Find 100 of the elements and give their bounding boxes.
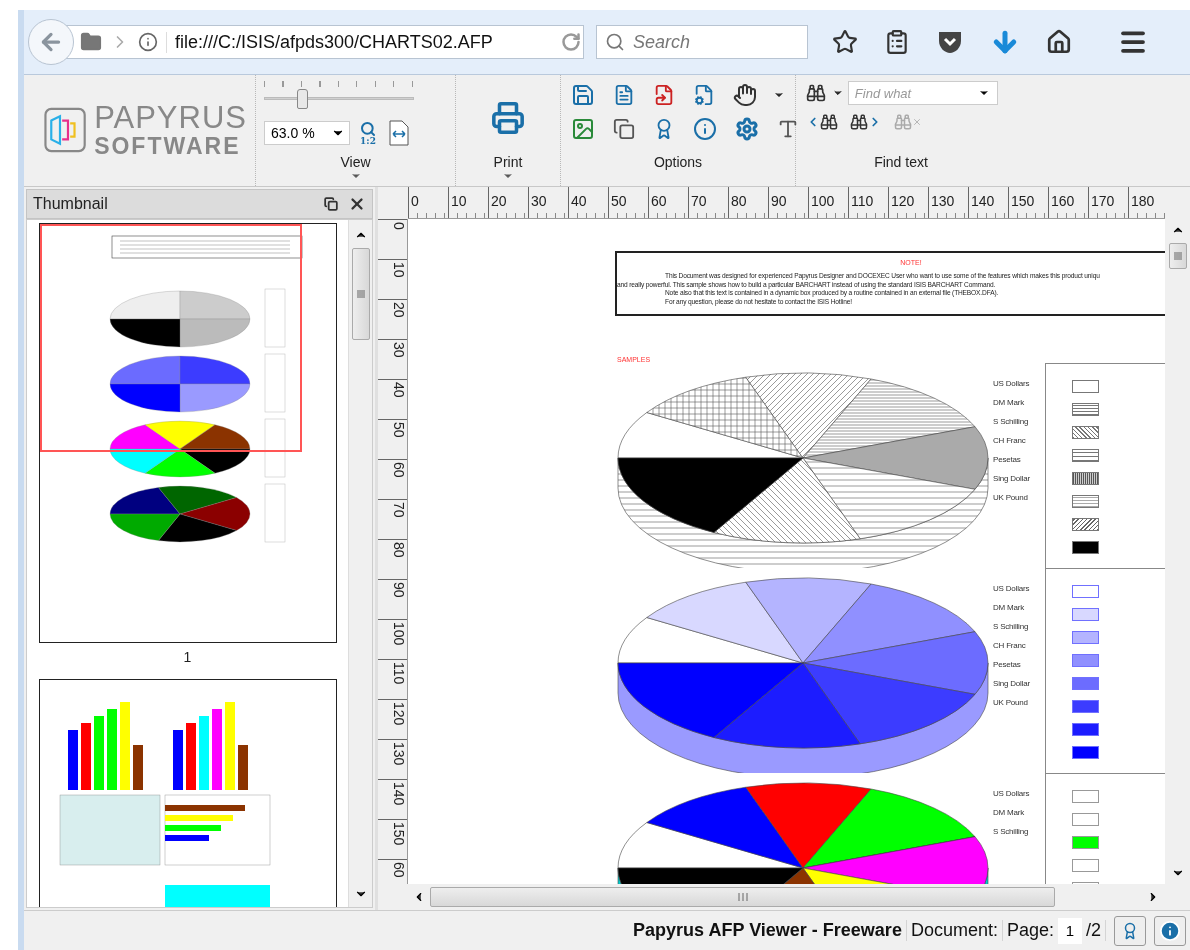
settings-icon[interactable] bbox=[733, 115, 761, 143]
actual-size-button[interactable]: 1:2 bbox=[360, 120, 376, 146]
ruler-label: 120 bbox=[888, 187, 928, 218]
legend-swatch bbox=[1072, 449, 1099, 462]
ruler-label: 60 bbox=[378, 459, 407, 499]
legend-swatch bbox=[1072, 608, 1099, 621]
legend-label: DM Mark bbox=[993, 808, 1026, 817]
ruler-label: 50 bbox=[608, 187, 648, 218]
ruler-label: 10 bbox=[378, 259, 407, 299]
page-thumbnail[interactable] bbox=[38, 223, 337, 643]
ruler-label: 110 bbox=[848, 187, 888, 218]
legend-swatch bbox=[1072, 723, 1099, 736]
legend-label: US Dollars bbox=[993, 789, 1031, 798]
ruler-label: 40 bbox=[568, 187, 608, 218]
legend-label: UK Pound bbox=[993, 698, 1029, 707]
legend-swatch bbox=[1072, 654, 1099, 667]
slider-thumb[interactable] bbox=[296, 89, 308, 109]
ruler-label: 140 bbox=[378, 779, 407, 819]
mini-legend bbox=[264, 418, 285, 478]
legend-swatch bbox=[1072, 403, 1099, 416]
group-label: Options bbox=[653, 154, 703, 170]
mini-legend bbox=[264, 288, 285, 348]
ruler-label: 160 bbox=[1048, 187, 1088, 218]
ruler-label: 80 bbox=[728, 187, 768, 218]
ruler-label: 10 bbox=[448, 187, 488, 218]
group-label: Find text bbox=[874, 154, 928, 170]
restore-icon[interactable] bbox=[322, 195, 340, 213]
ruler-label: 20 bbox=[488, 187, 528, 218]
ruler-label: 70 bbox=[378, 499, 407, 539]
back-button[interactable] bbox=[28, 19, 74, 65]
legend-label: US Dollars bbox=[993, 379, 1031, 388]
ruler-label: 90 bbox=[378, 579, 407, 619]
ruler-label: 30 bbox=[378, 339, 407, 379]
legend-label: CH Franc bbox=[993, 436, 1027, 445]
group-label: View bbox=[340, 154, 371, 170]
zoom-dropdown[interactable]: 63.0 % bbox=[264, 121, 350, 145]
document-label: Document: bbox=[906, 920, 1003, 941]
search-icon bbox=[605, 32, 625, 52]
ruler-label: 50 bbox=[378, 419, 407, 459]
ruler-label: 150 bbox=[1008, 187, 1048, 218]
find-box[interactable]: Find what bbox=[847, 81, 998, 105]
ruler-label: 20 bbox=[378, 299, 407, 339]
ruler-label: 110 bbox=[378, 659, 407, 699]
legend-label: Sing Dollar bbox=[993, 679, 1031, 688]
legend-swatch bbox=[1072, 746, 1099, 759]
legend-swatch bbox=[1072, 677, 1099, 690]
group-label: Print bbox=[493, 154, 523, 170]
legend-swatch bbox=[1072, 836, 1099, 849]
legend-swatch bbox=[1072, 426, 1099, 439]
ruler-label: 60 bbox=[648, 187, 688, 218]
ruler-label: 150 bbox=[378, 819, 407, 859]
mini-legend bbox=[264, 353, 285, 413]
search-bar[interactable]: Search bbox=[596, 25, 808, 59]
reload-button[interactable] bbox=[559, 30, 583, 54]
ruler-label: 90 bbox=[768, 187, 808, 218]
ruler-label: 40 bbox=[378, 379, 407, 419]
legend-swatch bbox=[1072, 495, 1099, 508]
ruler-label: 130 bbox=[928, 187, 968, 218]
legend-label: UK Pound bbox=[993, 493, 1029, 502]
reload-icon bbox=[561, 32, 581, 52]
legend-label: S Schilling bbox=[993, 827, 1030, 836]
legend-swatch bbox=[1072, 585, 1099, 598]
page-total: /2 bbox=[1082, 920, 1106, 941]
logo-text: SOFTWARE bbox=[94, 134, 242, 158]
about-button[interactable] bbox=[1114, 915, 1146, 946]
page-number: 1 bbox=[183, 649, 192, 665]
fit-width-icon[interactable] bbox=[386, 117, 412, 149]
info-button[interactable] bbox=[1154, 915, 1186, 946]
info-icon bbox=[1159, 919, 1181, 942]
ruler-label: 120 bbox=[378, 699, 407, 739]
info-icon[interactable] bbox=[138, 32, 158, 52]
search-input[interactable]: Search bbox=[631, 30, 781, 54]
legend-label: Pesetas bbox=[993, 455, 1022, 464]
legend-swatch bbox=[1072, 518, 1099, 531]
ruler-label: 100 bbox=[378, 619, 407, 659]
ruler-label: 130 bbox=[378, 739, 407, 779]
page-field[interactable]: 1 bbox=[1058, 917, 1082, 944]
ruler-label: 140 bbox=[968, 187, 1008, 218]
legend-swatch bbox=[1072, 813, 1099, 826]
ruler-label: 70 bbox=[688, 187, 728, 218]
info-icon[interactable] bbox=[691, 115, 719, 143]
scrollbar[interactable] bbox=[348, 220, 372, 907]
legend-label: DM Mark bbox=[993, 398, 1026, 407]
ruler-label: 0 bbox=[408, 187, 448, 218]
logo-text: PAPYRUS bbox=[94, 102, 247, 134]
app-title: Papyrus AFP Viewer - Freeware bbox=[629, 920, 907, 941]
page-label: Page: bbox=[1005, 920, 1055, 941]
ruler-label: 0 bbox=[378, 219, 407, 259]
legend-label: CH Franc bbox=[993, 641, 1027, 650]
zoom-icon bbox=[360, 120, 376, 137]
copy-icon[interactable] bbox=[611, 116, 637, 142]
legend-label: US Dollars bbox=[993, 584, 1031, 593]
legend-swatch bbox=[1072, 790, 1099, 803]
hand-icon[interactable] bbox=[731, 81, 759, 109]
ruler-label: 170 bbox=[1088, 187, 1128, 218]
legend-swatch bbox=[1072, 859, 1099, 872]
ruler-label: 30 bbox=[528, 187, 568, 218]
legend-label: S Schilling bbox=[993, 622, 1030, 631]
legend-swatch bbox=[1072, 700, 1099, 713]
grip-icon bbox=[1173, 251, 1182, 261]
